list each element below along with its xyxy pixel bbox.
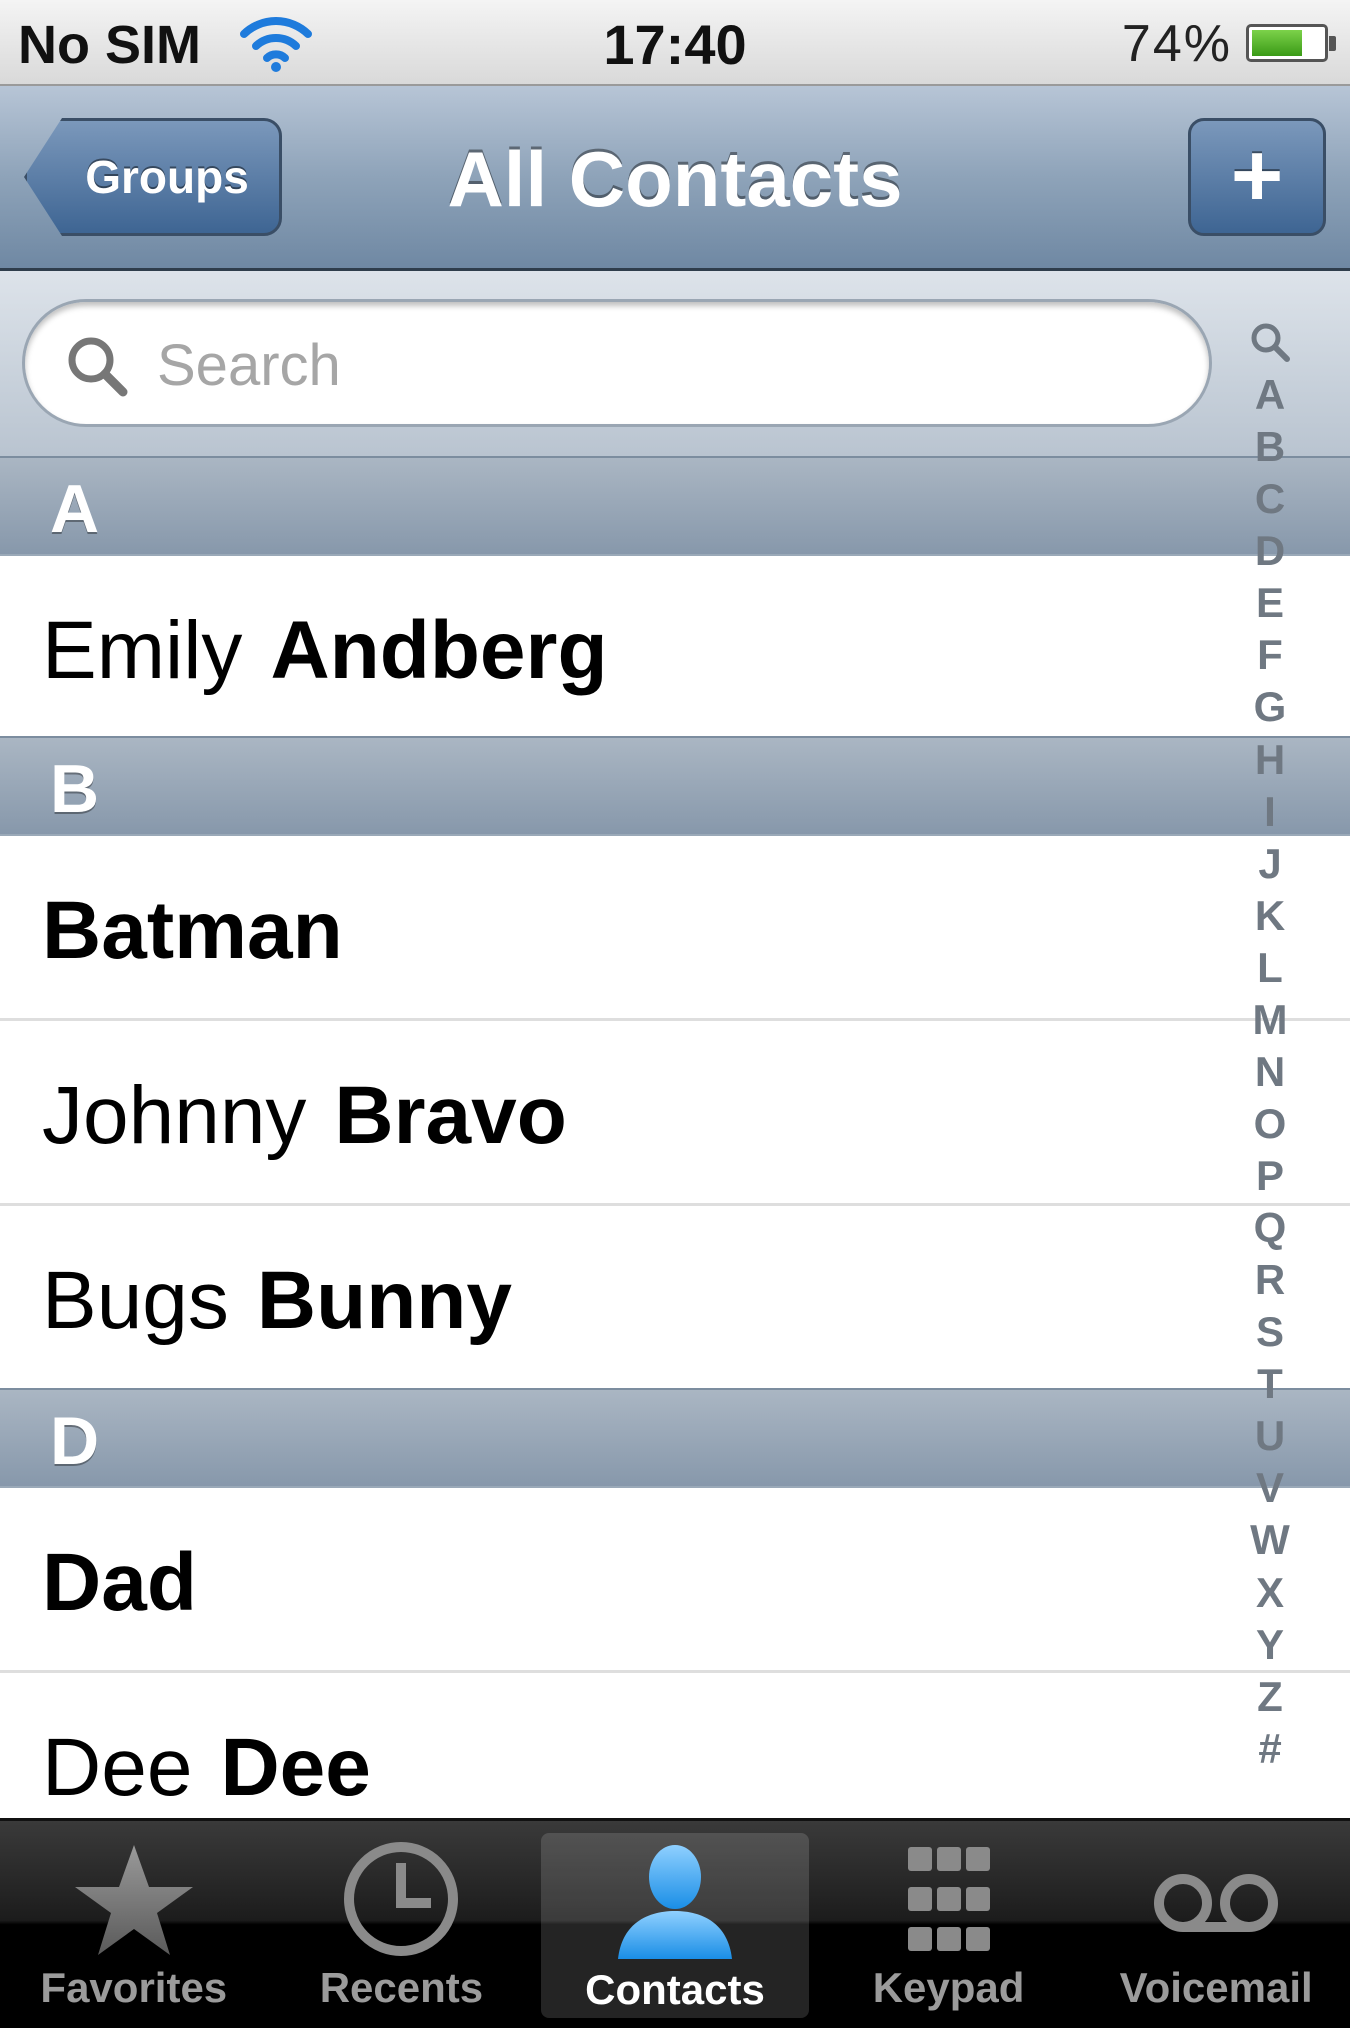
contact-last-name: Bravo: [334, 1070, 567, 1161]
tab-favorites[interactable]: Favorites: [0, 1821, 268, 2028]
index-letter[interactable]: O: [1254, 1102, 1287, 1145]
status-bar: No SIM 17:40 74%: [0, 0, 1350, 86]
contact-last-name: Andberg: [270, 605, 608, 696]
index-letter[interactable]: R: [1255, 1259, 1285, 1301]
contact-row[interactable]: Dad: [0, 1488, 1350, 1673]
section-letter: A: [50, 471, 100, 547]
index-letter[interactable]: Z: [1257, 1675, 1283, 1718]
index-letter[interactable]: #: [1258, 1727, 1281, 1770]
index-letter[interactable]: L: [1257, 946, 1283, 989]
index-letter[interactable]: H: [1255, 738, 1285, 781]
index-letter[interactable]: D: [1255, 530, 1285, 572]
search-icon: [68, 337, 128, 397]
index-letter[interactable]: W: [1250, 1519, 1290, 1561]
index-letter[interactable]: T: [1257, 1363, 1283, 1405]
section-letter: B: [50, 751, 100, 827]
groups-back-button[interactable]: Groups: [24, 118, 282, 236]
index-letter[interactable]: Y: [1256, 1623, 1284, 1666]
tab-label: Voicemail: [1119, 1964, 1313, 2011]
index-letter[interactable]: X: [1256, 1571, 1284, 1614]
add-contact-button[interactable]: +: [1188, 118, 1326, 236]
voicemail-icon: [1154, 1874, 1279, 1932]
search-input[interactable]: Search: [22, 299, 1212, 427]
index-letter[interactable]: N: [1255, 1050, 1285, 1093]
index-letter[interactable]: U: [1255, 1415, 1285, 1457]
index-letter[interactable]: Q: [1254, 1207, 1287, 1249]
index-letter[interactable]: V: [1256, 1467, 1284, 1509]
tab-label: Keypad: [872, 1964, 1025, 2011]
index-letter[interactable]: F: [1257, 634, 1283, 676]
index-letter[interactable]: E: [1256, 582, 1284, 624]
index-letter[interactable]: A: [1255, 374, 1285, 416]
index-search-icon[interactable]: [1248, 320, 1292, 364]
contact-first-name: Johnny: [42, 1070, 307, 1161]
index-letter[interactable]: B: [1255, 426, 1285, 468]
tab-label: Recents: [319, 1964, 484, 2011]
index-letter[interactable]: I: [1264, 790, 1276, 833]
tab-label: Favorites: [40, 1964, 228, 2011]
tab-label: Contacts: [585, 1966, 765, 2013]
index-letter[interactable]: J: [1258, 842, 1281, 885]
keypad-icon: [907, 1847, 990, 1951]
section-header-a: A: [0, 456, 1350, 556]
clock-icon: [344, 1842, 459, 1956]
contact-first-name: Dee: [42, 1722, 193, 1813]
section-index[interactable]: A B C D E F G H I J K L M N O P Q R S T U V W X Y Z #: [1240, 320, 1300, 1770]
navigation-bar: Groups All Contacts +: [0, 86, 1350, 271]
tab-keypad[interactable]: Keypad: [815, 1821, 1083, 2028]
battery-percent: 74%: [1121, 15, 1232, 73]
person-icon: [617, 1845, 732, 1959]
contact-last-name: Batman: [42, 885, 343, 976]
battery-level: [1252, 30, 1303, 56]
index-letter[interactable]: C: [1255, 478, 1285, 520]
index-letter[interactable]: K: [1255, 894, 1285, 937]
contact-last-name: Dad: [42, 1537, 197, 1628]
tab-bar: Favorites Recents Contacts Keypad Voicem…: [0, 1818, 1350, 2028]
section-header-b: B: [0, 736, 1350, 836]
battery-icon: [1246, 24, 1336, 62]
contact-row[interactable]: Batman: [0, 836, 1350, 1021]
index-letter[interactable]: P: [1256, 1155, 1284, 1197]
contact-last-name: Bunny: [256, 1255, 512, 1346]
index-letter[interactable]: S: [1256, 1311, 1284, 1353]
tab-contacts[interactable]: Contacts: [541, 1833, 809, 2018]
section-letter: D: [50, 1403, 100, 1479]
contact-first-name: Emily: [42, 605, 243, 696]
search-bar: Search: [0, 271, 1350, 456]
contact-row[interactable]: Emily Andberg: [0, 556, 1350, 741]
contact-row[interactable]: Johnny Bravo: [0, 1021, 1350, 1206]
contact-row[interactable]: Bugs Bunny: [0, 1206, 1350, 1391]
tab-voicemail[interactable]: Voicemail: [1082, 1821, 1350, 2028]
index-letter[interactable]: G: [1254, 686, 1287, 728]
search-placeholder: Search: [157, 333, 341, 398]
star-icon: [74, 1845, 193, 1955]
contact-last-name: Dee: [220, 1722, 371, 1813]
page-title: All Contacts: [447, 135, 903, 223]
contact-first-name: Bugs: [42, 1255, 229, 1346]
tab-recents[interactable]: Recents: [268, 1821, 536, 2028]
index-letter[interactable]: M: [1253, 998, 1288, 1041]
section-header-d: D: [0, 1388, 1350, 1488]
